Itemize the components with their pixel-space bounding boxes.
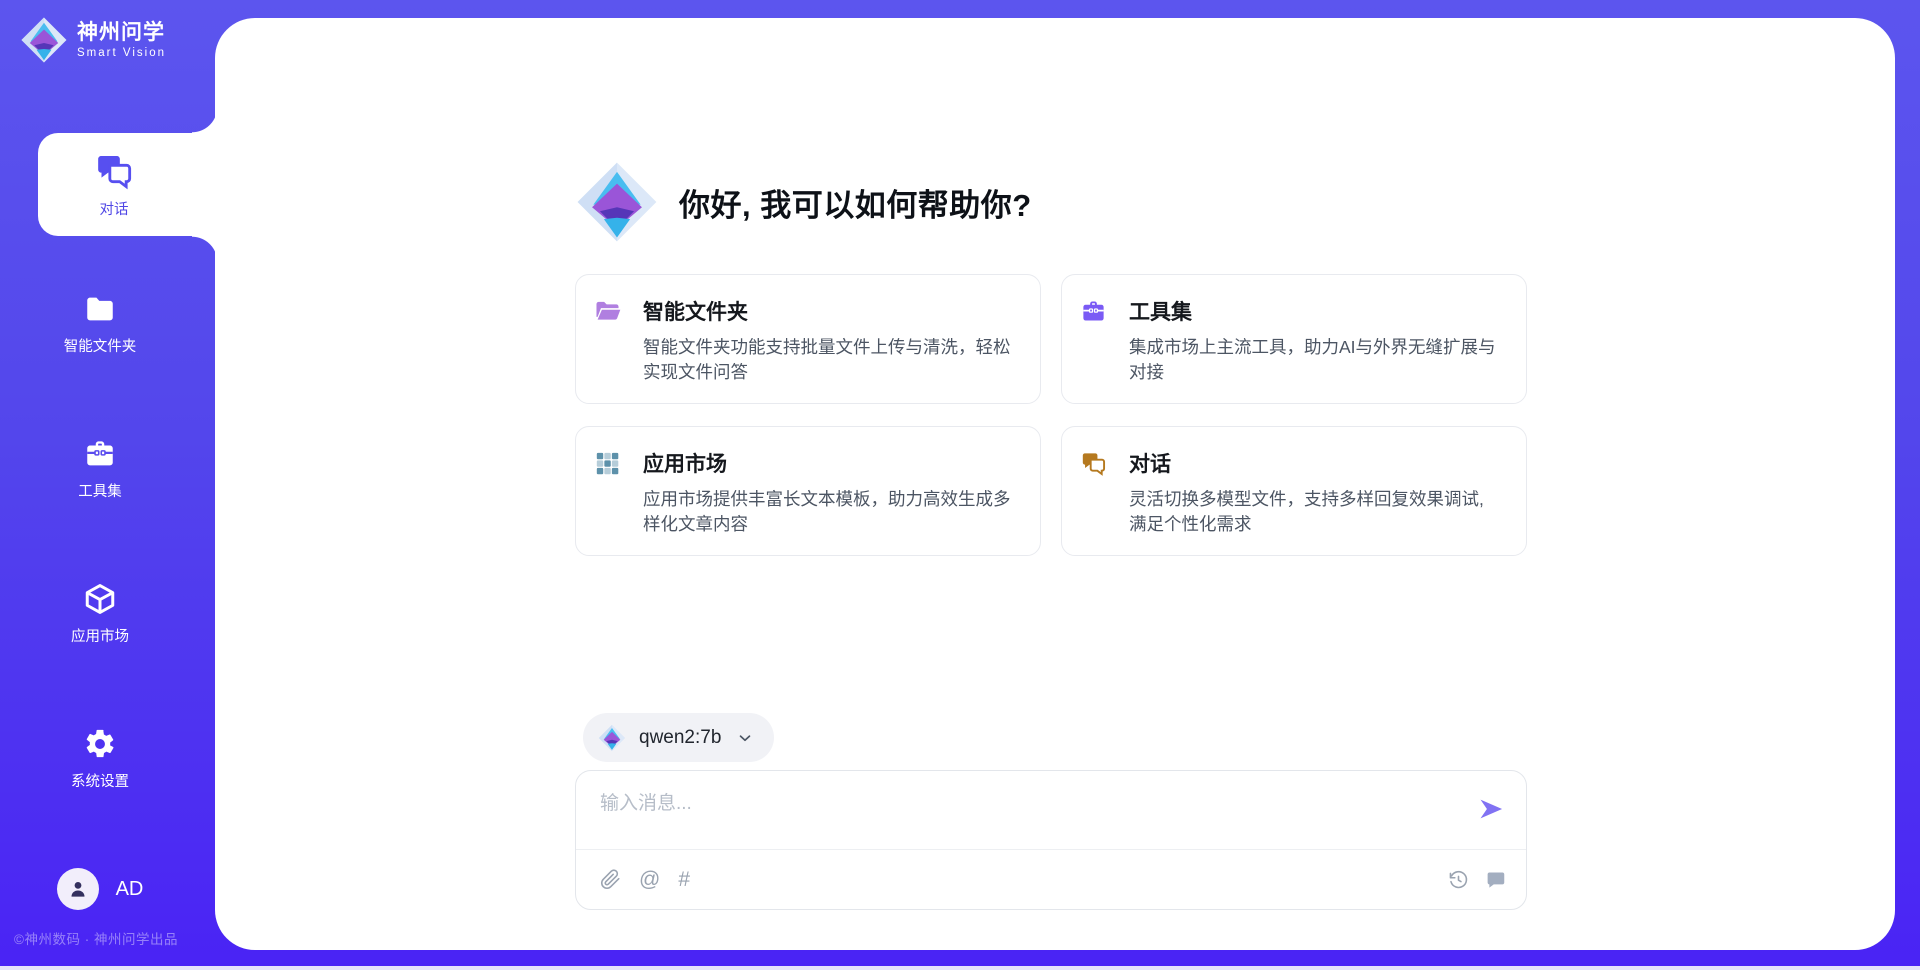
card-chat[interactable]: 对话 灵活切换多模型文件，支持多样回复效果调试, 满足个性化需求 (1061, 426, 1527, 556)
card-title: 智能文件夹 (643, 296, 748, 326)
sidebar: 神州问学 Smart Vision 对话 智能文件夹 工具集 (0, 0, 215, 970)
mention-button[interactable]: @ (639, 868, 660, 892)
card-title: 对话 (1129, 448, 1171, 478)
brand-subtitle: Smart Vision (77, 47, 166, 59)
sidebar-item-smart-folder[interactable]: 智能文件夹 (0, 292, 200, 356)
attach-button[interactable] (600, 869, 621, 890)
chat-bubble-icon (1485, 869, 1506, 890)
sidebar-item-label: 系统设置 (71, 770, 129, 791)
sidebar-item-chat[interactable]: 对话 (38, 133, 218, 236)
card-desc: 灵活切换多模型文件，支持多样回复效果调试, 满足个性化需求 (1129, 487, 1502, 537)
brand-name: 神州问学 (77, 21, 166, 45)
paperclip-icon (600, 869, 621, 890)
card-title: 工具集 (1129, 296, 1192, 326)
tab-fillet-bottom (192, 236, 218, 262)
sidebar-item-toolset[interactable]: 工具集 (0, 437, 200, 501)
user-initials: AD (116, 878, 144, 901)
sidebar-item-label: 工具集 (78, 480, 122, 501)
cube-icon (83, 582, 117, 616)
composer: @ # (575, 770, 1527, 910)
card-app-market[interactable]: 应用市场 应用市场提供丰富长文本模板，助力高效生成多样化文章内容 (575, 426, 1041, 556)
folder-open-icon (594, 298, 621, 325)
card-title: 应用市场 (643, 448, 727, 478)
chat-bubbles-icon (1080, 450, 1107, 477)
sidebar-item-label: 智能文件夹 (64, 335, 137, 356)
logo-gem-icon (20, 16, 68, 64)
feature-cards: 智能文件夹 智能文件夹功能支持批量文件上传与清洗，轻松实现文件问答 工具集 集成… (575, 274, 1527, 556)
message-input[interactable] (600, 788, 1450, 842)
composer-toolbar: @ # (600, 850, 1506, 909)
chat-icon (94, 151, 134, 191)
send-button[interactable] (1476, 795, 1506, 825)
sidebar-item-label: 对话 (100, 198, 129, 219)
person-icon (66, 877, 90, 901)
model-gem-icon (598, 724, 626, 752)
sidebar-item-settings[interactable]: 系统设置 (0, 727, 200, 791)
horizontal-scrollbar[interactable] (0, 966, 1920, 970)
history-icon (1448, 869, 1469, 890)
at-icon: @ (639, 868, 660, 892)
sidebar-item-app-market[interactable]: 应用市场 (0, 582, 200, 646)
briefcase-icon (1080, 298, 1107, 325)
greeting: 你好, 我可以如何帮助你? (575, 160, 1032, 244)
model-selector[interactable]: qwen2:7b (583, 713, 774, 762)
folder-icon (83, 292, 117, 326)
history-button[interactable] (1448, 869, 1469, 890)
card-desc: 智能文件夹功能支持批量文件上传与清洗，轻松实现文件问答 (643, 335, 1016, 385)
tab-fillet-top (192, 107, 218, 133)
toolbox-icon (83, 437, 117, 471)
model-name: qwen2:7b (639, 727, 721, 749)
main-panel: 你好, 我可以如何帮助你? 智能文件夹 智能文件夹功能支持批量文件上传与清洗，轻… (215, 18, 1895, 950)
send-icon (1477, 795, 1505, 823)
greeting-gem-icon (575, 160, 659, 244)
card-smart-folder[interactable]: 智能文件夹 智能文件夹功能支持批量文件上传与清洗，轻松实现文件问答 (575, 274, 1041, 404)
avatar (57, 868, 99, 910)
gear-icon (83, 727, 117, 761)
topic-button[interactable]: # (678, 868, 690, 892)
chevron-down-icon (736, 729, 754, 747)
feedback-button[interactable] (1485, 869, 1506, 890)
brand-logo: 神州问学 Smart Vision (20, 16, 166, 64)
user-account[interactable]: AD (0, 868, 200, 910)
sidebar-footer: ©神州数码 · 神州问学出品 (14, 928, 178, 948)
greeting-title: 你好, 我可以如何帮助你? (679, 180, 1032, 225)
grid-icon (594, 450, 621, 477)
card-desc: 集成市场上主流工具，助力AI与外界无缝扩展与对接 (1129, 335, 1502, 385)
sidebar-item-label: 应用市场 (71, 625, 129, 646)
card-desc: 应用市场提供丰富长文本模板，助力高效生成多样化文章内容 (643, 487, 1016, 537)
hash-icon: # (678, 868, 690, 892)
card-toolset[interactable]: 工具集 集成市场上主流工具，助力AI与外界无缝扩展与对接 (1061, 274, 1527, 404)
